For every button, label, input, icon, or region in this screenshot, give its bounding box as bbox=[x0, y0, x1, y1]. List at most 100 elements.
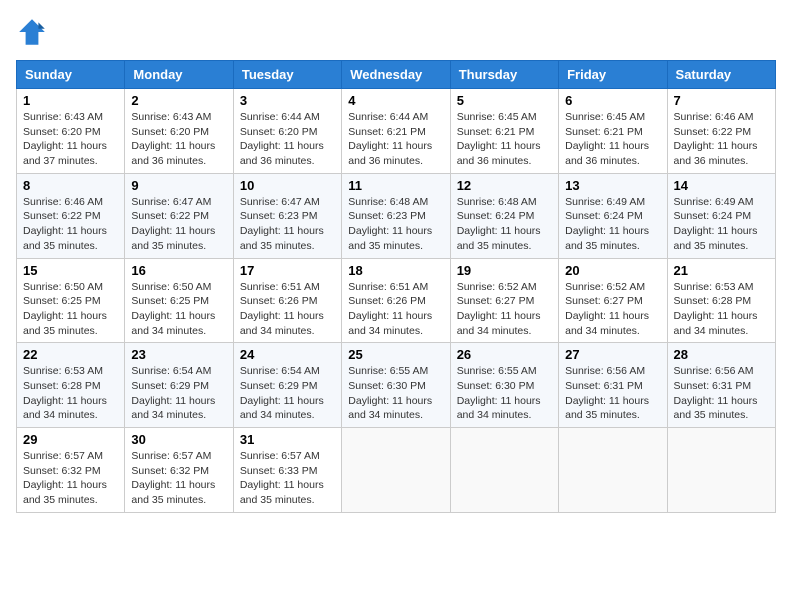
day-info: Sunrise: 6:52 AM Sunset: 6:27 PM Dayligh… bbox=[457, 280, 552, 339]
calendar-cell: 9 Sunrise: 6:47 AM Sunset: 6:22 PM Dayli… bbox=[125, 173, 233, 258]
day-info: Sunrise: 6:49 AM Sunset: 6:24 PM Dayligh… bbox=[674, 195, 769, 254]
day-number: 6 bbox=[565, 93, 660, 108]
day-info: Sunrise: 6:57 AM Sunset: 6:32 PM Dayligh… bbox=[131, 449, 226, 508]
calendar-cell: 6 Sunrise: 6:45 AM Sunset: 6:21 PM Dayli… bbox=[559, 89, 667, 174]
calendar-cell bbox=[667, 428, 775, 513]
day-info: Sunrise: 6:44 AM Sunset: 6:20 PM Dayligh… bbox=[240, 110, 335, 169]
day-number: 2 bbox=[131, 93, 226, 108]
header-wednesday: Wednesday bbox=[342, 61, 450, 89]
calendar-cell: 10 Sunrise: 6:47 AM Sunset: 6:23 PM Dayl… bbox=[233, 173, 341, 258]
day-number: 14 bbox=[674, 178, 769, 193]
day-info: Sunrise: 6:54 AM Sunset: 6:29 PM Dayligh… bbox=[131, 364, 226, 423]
header-monday: Monday bbox=[125, 61, 233, 89]
day-number: 15 bbox=[23, 263, 118, 278]
day-info: Sunrise: 6:53 AM Sunset: 6:28 PM Dayligh… bbox=[674, 280, 769, 339]
day-info: Sunrise: 6:46 AM Sunset: 6:22 PM Dayligh… bbox=[674, 110, 769, 169]
day-number: 11 bbox=[348, 178, 443, 193]
day-number: 10 bbox=[240, 178, 335, 193]
calendar-cell: 1 Sunrise: 6:43 AM Sunset: 6:20 PM Dayli… bbox=[17, 89, 125, 174]
day-number: 4 bbox=[348, 93, 443, 108]
day-info: Sunrise: 6:44 AM Sunset: 6:21 PM Dayligh… bbox=[348, 110, 443, 169]
day-info: Sunrise: 6:50 AM Sunset: 6:25 PM Dayligh… bbox=[131, 280, 226, 339]
day-number: 22 bbox=[23, 347, 118, 362]
calendar-cell bbox=[450, 428, 558, 513]
day-number: 27 bbox=[565, 347, 660, 362]
calendar-week-4: 22 Sunrise: 6:53 AM Sunset: 6:28 PM Dayl… bbox=[17, 343, 776, 428]
calendar-cell: 2 Sunrise: 6:43 AM Sunset: 6:20 PM Dayli… bbox=[125, 89, 233, 174]
day-number: 24 bbox=[240, 347, 335, 362]
calendar-cell: 22 Sunrise: 6:53 AM Sunset: 6:28 PM Dayl… bbox=[17, 343, 125, 428]
day-number: 5 bbox=[457, 93, 552, 108]
calendar-cell bbox=[559, 428, 667, 513]
day-number: 25 bbox=[348, 347, 443, 362]
day-info: Sunrise: 6:45 AM Sunset: 6:21 PM Dayligh… bbox=[565, 110, 660, 169]
day-number: 13 bbox=[565, 178, 660, 193]
day-number: 31 bbox=[240, 432, 335, 447]
calendar-cell: 5 Sunrise: 6:45 AM Sunset: 6:21 PM Dayli… bbox=[450, 89, 558, 174]
day-number: 20 bbox=[565, 263, 660, 278]
day-number: 16 bbox=[131, 263, 226, 278]
calendar-cell: 24 Sunrise: 6:54 AM Sunset: 6:29 PM Dayl… bbox=[233, 343, 341, 428]
day-number: 21 bbox=[674, 263, 769, 278]
day-number: 8 bbox=[23, 178, 118, 193]
day-number: 17 bbox=[240, 263, 335, 278]
day-number: 30 bbox=[131, 432, 226, 447]
day-info: Sunrise: 6:56 AM Sunset: 6:31 PM Dayligh… bbox=[565, 364, 660, 423]
calendar-cell: 31 Sunrise: 6:57 AM Sunset: 6:33 PM Dayl… bbox=[233, 428, 341, 513]
day-number: 28 bbox=[674, 347, 769, 362]
calendar-table: SundayMondayTuesdayWednesdayThursdayFrid… bbox=[16, 60, 776, 513]
calendar-cell: 29 Sunrise: 6:57 AM Sunset: 6:32 PM Dayl… bbox=[17, 428, 125, 513]
day-info: Sunrise: 6:46 AM Sunset: 6:22 PM Dayligh… bbox=[23, 195, 118, 254]
calendar-week-3: 15 Sunrise: 6:50 AM Sunset: 6:25 PM Dayl… bbox=[17, 258, 776, 343]
calendar-cell bbox=[342, 428, 450, 513]
header-saturday: Saturday bbox=[667, 61, 775, 89]
day-info: Sunrise: 6:43 AM Sunset: 6:20 PM Dayligh… bbox=[23, 110, 118, 169]
calendar-week-5: 29 Sunrise: 6:57 AM Sunset: 6:32 PM Dayl… bbox=[17, 428, 776, 513]
header-thursday: Thursday bbox=[450, 61, 558, 89]
calendar-cell: 17 Sunrise: 6:51 AM Sunset: 6:26 PM Dayl… bbox=[233, 258, 341, 343]
day-number: 19 bbox=[457, 263, 552, 278]
day-info: Sunrise: 6:47 AM Sunset: 6:22 PM Dayligh… bbox=[131, 195, 226, 254]
calendar-cell: 4 Sunrise: 6:44 AM Sunset: 6:21 PM Dayli… bbox=[342, 89, 450, 174]
logo-icon bbox=[16, 16, 48, 48]
day-number: 3 bbox=[240, 93, 335, 108]
day-info: Sunrise: 6:52 AM Sunset: 6:27 PM Dayligh… bbox=[565, 280, 660, 339]
calendar-cell: 19 Sunrise: 6:52 AM Sunset: 6:27 PM Dayl… bbox=[450, 258, 558, 343]
day-number: 29 bbox=[23, 432, 118, 447]
day-info: Sunrise: 6:57 AM Sunset: 6:33 PM Dayligh… bbox=[240, 449, 335, 508]
day-number: 18 bbox=[348, 263, 443, 278]
calendar-cell: 30 Sunrise: 6:57 AM Sunset: 6:32 PM Dayl… bbox=[125, 428, 233, 513]
day-info: Sunrise: 6:47 AM Sunset: 6:23 PM Dayligh… bbox=[240, 195, 335, 254]
day-info: Sunrise: 6:55 AM Sunset: 6:30 PM Dayligh… bbox=[457, 364, 552, 423]
header-friday: Friday bbox=[559, 61, 667, 89]
calendar-cell: 26 Sunrise: 6:55 AM Sunset: 6:30 PM Dayl… bbox=[450, 343, 558, 428]
calendar-cell: 18 Sunrise: 6:51 AM Sunset: 6:26 PM Dayl… bbox=[342, 258, 450, 343]
calendar-week-1: 1 Sunrise: 6:43 AM Sunset: 6:20 PM Dayli… bbox=[17, 89, 776, 174]
calendar-cell: 13 Sunrise: 6:49 AM Sunset: 6:24 PM Dayl… bbox=[559, 173, 667, 258]
day-number: 9 bbox=[131, 178, 226, 193]
calendar-cell: 12 Sunrise: 6:48 AM Sunset: 6:24 PM Dayl… bbox=[450, 173, 558, 258]
calendar-cell: 8 Sunrise: 6:46 AM Sunset: 6:22 PM Dayli… bbox=[17, 173, 125, 258]
header-sunday: Sunday bbox=[17, 61, 125, 89]
day-info: Sunrise: 6:48 AM Sunset: 6:23 PM Dayligh… bbox=[348, 195, 443, 254]
day-info: Sunrise: 6:55 AM Sunset: 6:30 PM Dayligh… bbox=[348, 364, 443, 423]
day-number: 7 bbox=[674, 93, 769, 108]
calendar-cell: 14 Sunrise: 6:49 AM Sunset: 6:24 PM Dayl… bbox=[667, 173, 775, 258]
calendar-week-2: 8 Sunrise: 6:46 AM Sunset: 6:22 PM Dayli… bbox=[17, 173, 776, 258]
day-info: Sunrise: 6:57 AM Sunset: 6:32 PM Dayligh… bbox=[23, 449, 118, 508]
day-number: 23 bbox=[131, 347, 226, 362]
day-info: Sunrise: 6:56 AM Sunset: 6:31 PM Dayligh… bbox=[674, 364, 769, 423]
day-info: Sunrise: 6:45 AM Sunset: 6:21 PM Dayligh… bbox=[457, 110, 552, 169]
day-number: 26 bbox=[457, 347, 552, 362]
calendar-cell: 11 Sunrise: 6:48 AM Sunset: 6:23 PM Dayl… bbox=[342, 173, 450, 258]
day-info: Sunrise: 6:49 AM Sunset: 6:24 PM Dayligh… bbox=[565, 195, 660, 254]
day-number: 12 bbox=[457, 178, 552, 193]
day-info: Sunrise: 6:43 AM Sunset: 6:20 PM Dayligh… bbox=[131, 110, 226, 169]
day-info: Sunrise: 6:51 AM Sunset: 6:26 PM Dayligh… bbox=[348, 280, 443, 339]
calendar-cell: 21 Sunrise: 6:53 AM Sunset: 6:28 PM Dayl… bbox=[667, 258, 775, 343]
day-info: Sunrise: 6:48 AM Sunset: 6:24 PM Dayligh… bbox=[457, 195, 552, 254]
logo bbox=[16, 16, 52, 48]
calendar-cell: 28 Sunrise: 6:56 AM Sunset: 6:31 PM Dayl… bbox=[667, 343, 775, 428]
day-info: Sunrise: 6:50 AM Sunset: 6:25 PM Dayligh… bbox=[23, 280, 118, 339]
calendar-cell: 15 Sunrise: 6:50 AM Sunset: 6:25 PM Dayl… bbox=[17, 258, 125, 343]
